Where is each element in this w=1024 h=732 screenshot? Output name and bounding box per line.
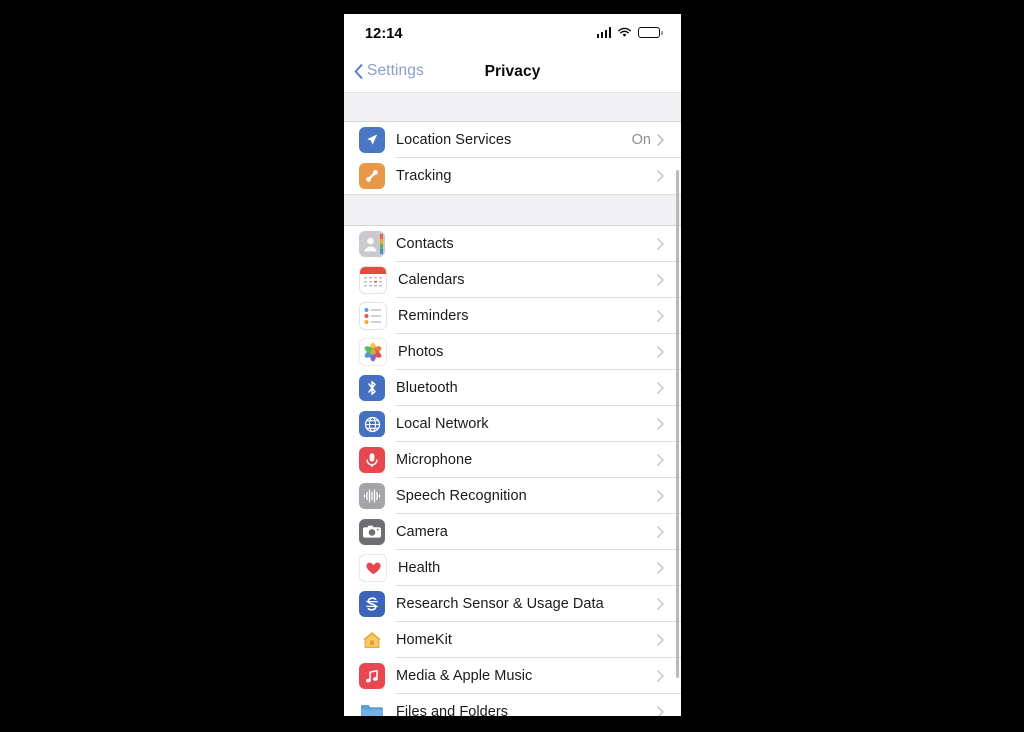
heart-icon [359, 554, 387, 582]
row-label: Media & Apple Music [396, 668, 533, 684]
home-icon [359, 627, 385, 653]
chevron-right-icon [657, 134, 681, 146]
settings-group-1: Location Services On Tracking [344, 122, 681, 194]
globe-icon [359, 411, 385, 437]
row-calendars[interactable]: Calendars [344, 262, 681, 298]
row-label: Calendars [398, 272, 465, 288]
bluetooth-icon [359, 375, 385, 401]
row-label: Research Sensor & Usage Data [396, 596, 604, 612]
status-icon-group [596, 27, 663, 38]
row-label: Location Services [396, 132, 512, 148]
row-research-sensor-usage-data[interactable]: Research Sensor & Usage Data [344, 586, 681, 622]
calendar-icon [359, 266, 387, 294]
row-local-network[interactable]: Local Network [344, 406, 681, 442]
row-label: Microphone [396, 452, 473, 468]
navigation-bar: Settings Privacy [344, 54, 681, 92]
row-contacts[interactable]: Contacts [344, 226, 681, 262]
row-reminders[interactable]: Reminders [344, 298, 681, 334]
row-microphone[interactable]: Microphone [344, 442, 681, 478]
contacts-person-icon [359, 231, 385, 257]
row-tracking[interactable]: Tracking [344, 158, 681, 194]
row-value: On [631, 132, 651, 148]
row-files-and-folders[interactable]: Files and Folders [344, 694, 681, 716]
row-label: Camera [396, 524, 448, 540]
folder-icon [359, 699, 385, 716]
scrollbar-thumb[interactable] [676, 170, 679, 678]
page-title: Privacy [484, 63, 541, 80]
row-label: Files and Folders [396, 704, 509, 716]
cellular-bars-icon [596, 27, 612, 38]
row-label: Bluetooth [396, 380, 458, 396]
row-label: Tracking [396, 168, 452, 184]
row-homekit[interactable]: HomeKit [344, 622, 681, 658]
tracking-link-icon [359, 163, 385, 189]
row-media-apple-music[interactable]: Media & Apple Music [344, 658, 681, 694]
wifi-icon [618, 27, 632, 37]
row-photos[interactable]: Photos [344, 334, 681, 370]
screenshot-canvas: 12:14 Settings Privacy Location Services… [0, 0, 1024, 732]
phone-screen: 12:14 Settings Privacy Location Services… [344, 14, 681, 716]
status-time: 12:14 [365, 26, 403, 42]
battery-full-icon [638, 27, 663, 38]
row-label: Speech Recognition [396, 488, 527, 504]
group-spacer-top [344, 92, 681, 122]
group-spacer-mid [344, 194, 681, 226]
row-health[interactable]: Health [344, 550, 681, 586]
row-label: Photos [398, 344, 444, 360]
settings-scroll-area[interactable]: Location Services On Tracking Contacts C… [344, 92, 681, 716]
camera-icon [359, 519, 385, 545]
vertical-scrollbar[interactable] [676, 170, 679, 716]
row-bluetooth[interactable]: Bluetooth [344, 370, 681, 406]
row-label: Local Network [396, 416, 489, 432]
research-sensor-icon [359, 591, 385, 617]
waveform-icon [359, 483, 385, 509]
settings-group-2: Contacts Calendars Reminders Photos Blue… [344, 226, 681, 716]
row-label: Reminders [398, 308, 469, 324]
location-arrow-icon [359, 127, 385, 153]
row-camera[interactable]: Camera [344, 514, 681, 550]
microphone-icon [359, 447, 385, 473]
row-label: Contacts [396, 236, 454, 252]
row-label: Health [398, 560, 441, 576]
status-bar: 12:14 [344, 14, 681, 54]
music-note-icon [359, 663, 385, 689]
reminders-list-icon [359, 302, 387, 330]
photos-pinwheel-icon [359, 338, 387, 366]
row-label: HomeKit [396, 632, 452, 648]
row-location-services[interactable]: Location Services On [344, 122, 681, 158]
row-speech-recognition[interactable]: Speech Recognition [344, 478, 681, 514]
